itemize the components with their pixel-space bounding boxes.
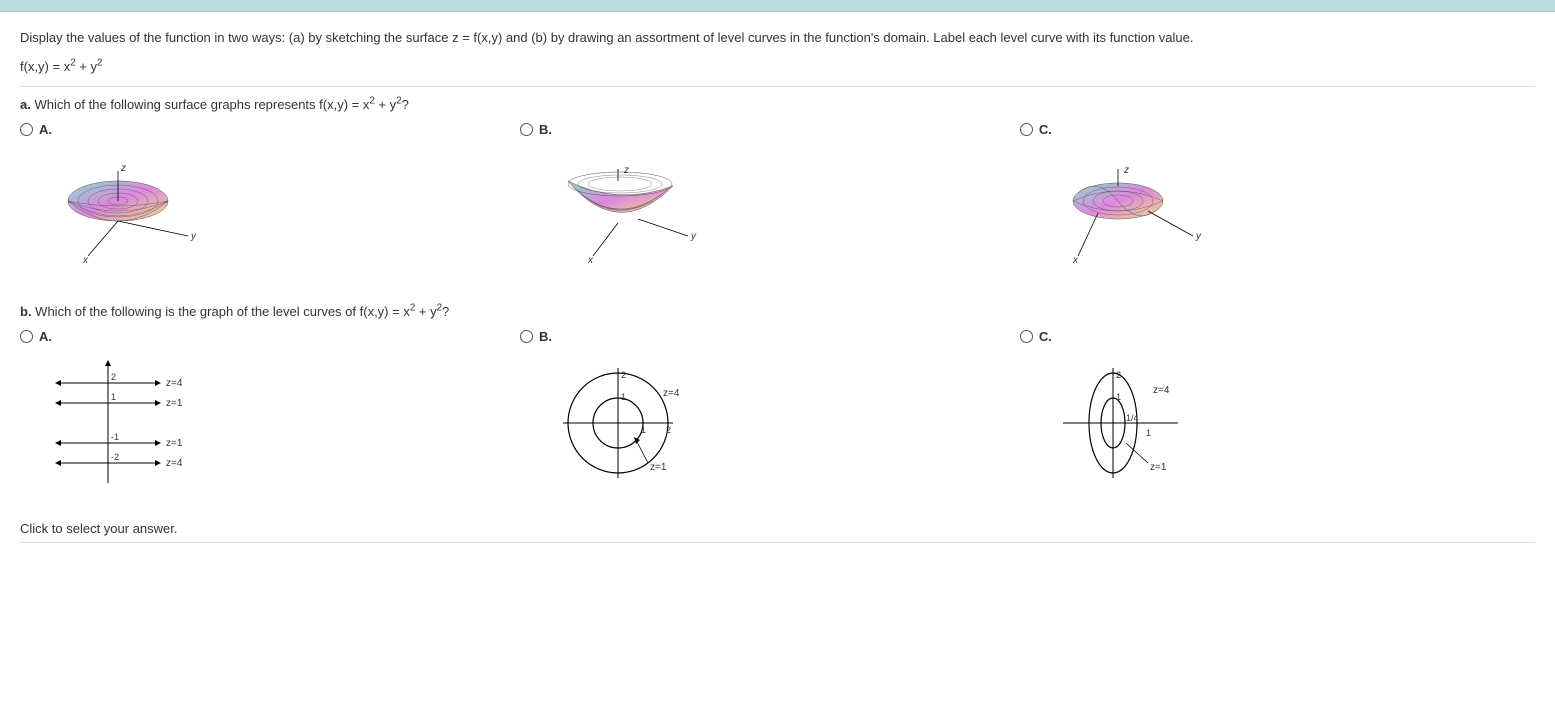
surface-graph-b: z x y: [548, 151, 708, 284]
svg-text:z=1: z=1: [166, 438, 183, 449]
svg-text:2: 2: [1116, 370, 1121, 380]
option-b-b-header[interactable]: B.: [520, 329, 552, 344]
part-b: b. Which of the following is the graph o…: [20, 304, 1535, 491]
level-graph-c: 2 1 1/4 1 z=4 z=1: [1048, 358, 1208, 491]
x-label: x: [587, 255, 594, 266]
svg-text:2: 2: [666, 425, 671, 435]
z-label: z: [1123, 165, 1129, 176]
option-b-a: A. 2 z=4: [20, 329, 520, 491]
svg-text:2: 2: [621, 370, 626, 380]
x-label: x: [82, 255, 89, 266]
part-a-prompt: a. Which of the following surface graphs…: [20, 97, 1535, 112]
part-b-prompt: b. Which of the following is the graph o…: [20, 304, 1535, 319]
svg-text:-2: -2: [111, 452, 119, 462]
option-a-b: B.: [520, 122, 1020, 284]
svg-text:z=1: z=1: [166, 398, 183, 409]
radio-icon[interactable]: [520, 330, 533, 343]
problem-intro: Display the values of the function in tw…: [20, 30, 1535, 87]
surface-graph-c: z x y: [1048, 151, 1208, 284]
svg-text:z=4: z=4: [166, 458, 183, 469]
svg-text:z=4: z=4: [166, 378, 183, 389]
svg-text:1: 1: [1116, 392, 1121, 402]
svg-text:z=1: z=1: [650, 462, 667, 473]
level-graph-b: 2 1 1 2 z=4 z=1: [548, 358, 708, 491]
footer-instruction: Click to select your answer.: [20, 521, 1535, 543]
svg-text:2: 2: [111, 372, 116, 382]
option-b-c-label: C.: [1039, 329, 1052, 344]
svg-text:1: 1: [111, 392, 116, 402]
content-area: Display the values of the function in tw…: [0, 12, 1555, 561]
option-b-b: B. 2 1 1 2 z=4 z=1: [520, 329, 1020, 491]
x-label: x: [1072, 255, 1079, 266]
option-b-a-header[interactable]: A.: [20, 329, 52, 344]
option-a-b-header[interactable]: B.: [520, 122, 552, 137]
intro-text: Display the values of the function in tw…: [20, 30, 1535, 45]
level-graph-a: 2 z=4 1 z=1 -1 z=1: [48, 358, 208, 491]
radio-icon[interactable]: [20, 123, 33, 136]
z-label: z: [120, 163, 126, 174]
intro-formula: f(x,y) = x2 + y2: [20, 59, 1535, 74]
option-a-a: A.: [20, 122, 520, 284]
top-bar: [0, 0, 1555, 12]
y-label: y: [690, 231, 697, 242]
option-b-c-header[interactable]: C.: [1020, 329, 1052, 344]
svg-text:1: 1: [621, 392, 626, 402]
radio-icon[interactable]: [1020, 123, 1033, 136]
svg-text:1: 1: [1146, 428, 1151, 438]
z-label: z: [623, 165, 629, 176]
part-b-options: A. 2 z=4: [20, 329, 1535, 491]
option-a-c: C.: [1020, 122, 1520, 284]
radio-icon[interactable]: [520, 123, 533, 136]
part-a-options: A.: [20, 122, 1535, 284]
radio-icon[interactable]: [1020, 330, 1033, 343]
option-a-a-label: A.: [39, 122, 52, 137]
surface-graph-a: z x y: [48, 151, 208, 284]
option-b-a-label: A.: [39, 329, 52, 344]
svg-text:1/4: 1/4: [1126, 413, 1139, 423]
y-label: y: [190, 231, 197, 242]
radio-icon[interactable]: [20, 330, 33, 343]
option-a-a-header[interactable]: A.: [20, 122, 52, 137]
option-a-c-label: C.: [1039, 122, 1052, 137]
svg-text:z=1: z=1: [1150, 462, 1167, 473]
option-a-c-header[interactable]: C.: [1020, 122, 1052, 137]
svg-text:z=4: z=4: [1153, 385, 1170, 396]
option-b-c: C. 2 1 1/4 1 z=4 z=1: [1020, 329, 1520, 491]
svg-text:z=4: z=4: [663, 388, 680, 399]
part-a: a. Which of the following surface graphs…: [20, 97, 1535, 284]
svg-text:1: 1: [641, 425, 646, 435]
y-label: y: [1195, 231, 1202, 242]
svg-text:-1: -1: [111, 432, 119, 442]
option-a-b-label: B.: [539, 122, 552, 137]
option-b-b-label: B.: [539, 329, 552, 344]
